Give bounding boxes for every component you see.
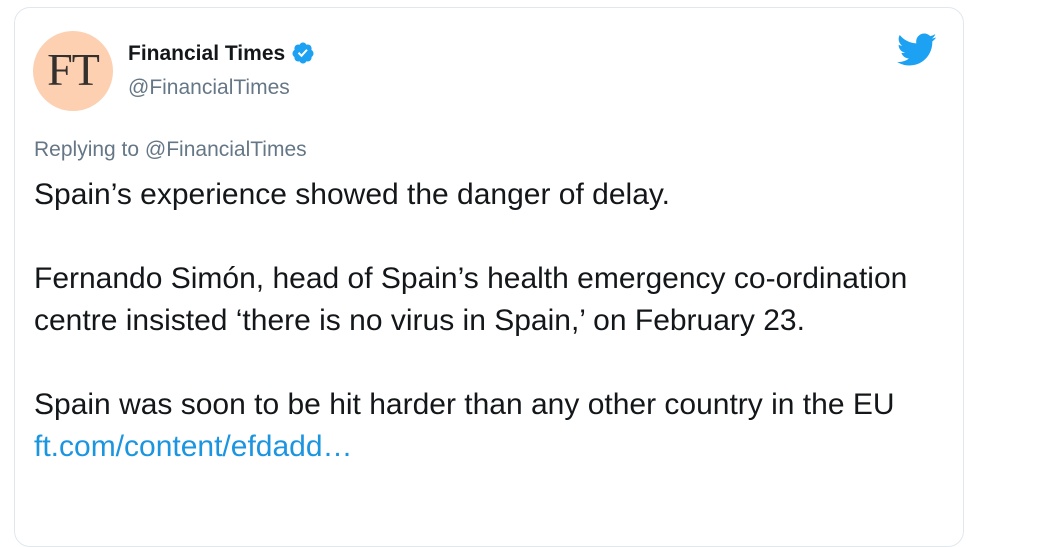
tweet-paragraph: Fernando Simón, head of Spain’s health e… — [34, 262, 908, 337]
tweet-paragraph-text: Spain was soon to be hit harder than any… — [34, 388, 895, 421]
avatar[interactable]: FT — [33, 31, 113, 111]
article-link[interactable]: ft.com/content/efdadd… — [34, 430, 353, 463]
tweet-card[interactable]: FT Financial Times @FinancialTimes Reply… — [14, 7, 964, 547]
author-name-row[interactable]: Financial Times — [128, 41, 315, 65]
avatar-logo-text: FT — [47, 44, 100, 95]
twitter-bird-icon[interactable] — [897, 33, 937, 67]
tweet-body: Spain’s experience showed the danger of … — [34, 174, 944, 468]
verified-badge-icon — [292, 42, 314, 64]
replying-to-label[interactable]: Replying to @FinancialTimes — [34, 137, 307, 162]
author-display-name[interactable]: Financial Times — [128, 43, 285, 64]
tweet-paragraph-with-link: Spain was soon to be hit harder than any… — [34, 384, 944, 468]
author-handle[interactable]: @FinancialTimes — [128, 77, 290, 98]
tweet-paragraph: Spain’s experience showed the danger of … — [34, 178, 670, 211]
